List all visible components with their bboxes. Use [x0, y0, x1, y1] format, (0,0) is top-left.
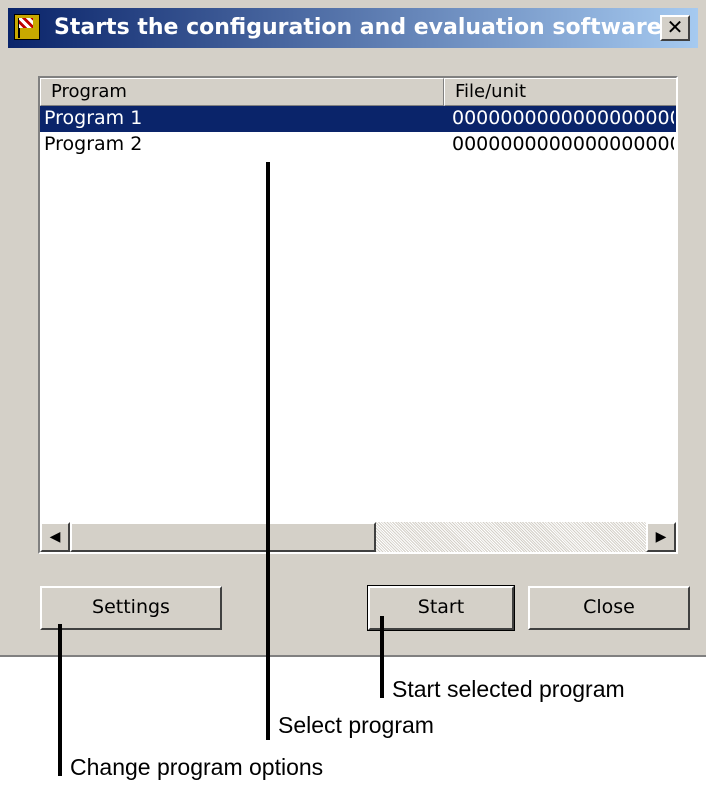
scroll-right-icon[interactable]: ▶: [646, 522, 676, 552]
window-title: Starts the configuration and evaluation …: [54, 15, 662, 40]
scroll-thumb[interactable]: [70, 522, 376, 552]
program-file: 0000000000000000000000: [452, 133, 674, 155]
callout-change-program-options: Change program options: [70, 754, 324, 780]
column-header-program[interactable]: Program: [40, 78, 444, 106]
column-header-file-unit[interactable]: File/unit: [444, 78, 676, 106]
callout-line-start: [380, 616, 384, 698]
program-name: Program 1: [44, 107, 143, 129]
close-icon[interactable]: ✕: [660, 15, 690, 41]
app-flag-icon: [14, 14, 40, 40]
list-item[interactable]: Program 1 0000000000000000000000: [40, 106, 676, 132]
scroll-left-icon[interactable]: ◀: [40, 522, 70, 552]
settings-button[interactable]: Settings: [40, 586, 222, 630]
program-file: 0000000000000000000000: [452, 107, 674, 129]
close-button[interactable]: Close: [528, 586, 690, 630]
callout-start-selected-program: Start selected program: [392, 676, 625, 702]
callout-select-program: Select program: [278, 712, 434, 738]
start-button[interactable]: Start: [367, 585, 515, 631]
callout-line-settings: [58, 624, 62, 776]
program-list[interactable]: Program File/unit Program 1 000000000000…: [38, 76, 678, 554]
configuration-dialog: Starts the configuration and evaluation …: [0, 0, 706, 657]
title-bar: Starts the configuration and evaluation …: [8, 8, 698, 48]
list-header: Program File/unit: [40, 78, 676, 106]
list-item[interactable]: Program 2 0000000000000000000000: [40, 132, 676, 158]
callout-line-select: [266, 162, 270, 740]
horizontal-scrollbar[interactable]: ◀ ▶: [40, 522, 676, 552]
program-name: Program 2: [44, 133, 143, 155]
